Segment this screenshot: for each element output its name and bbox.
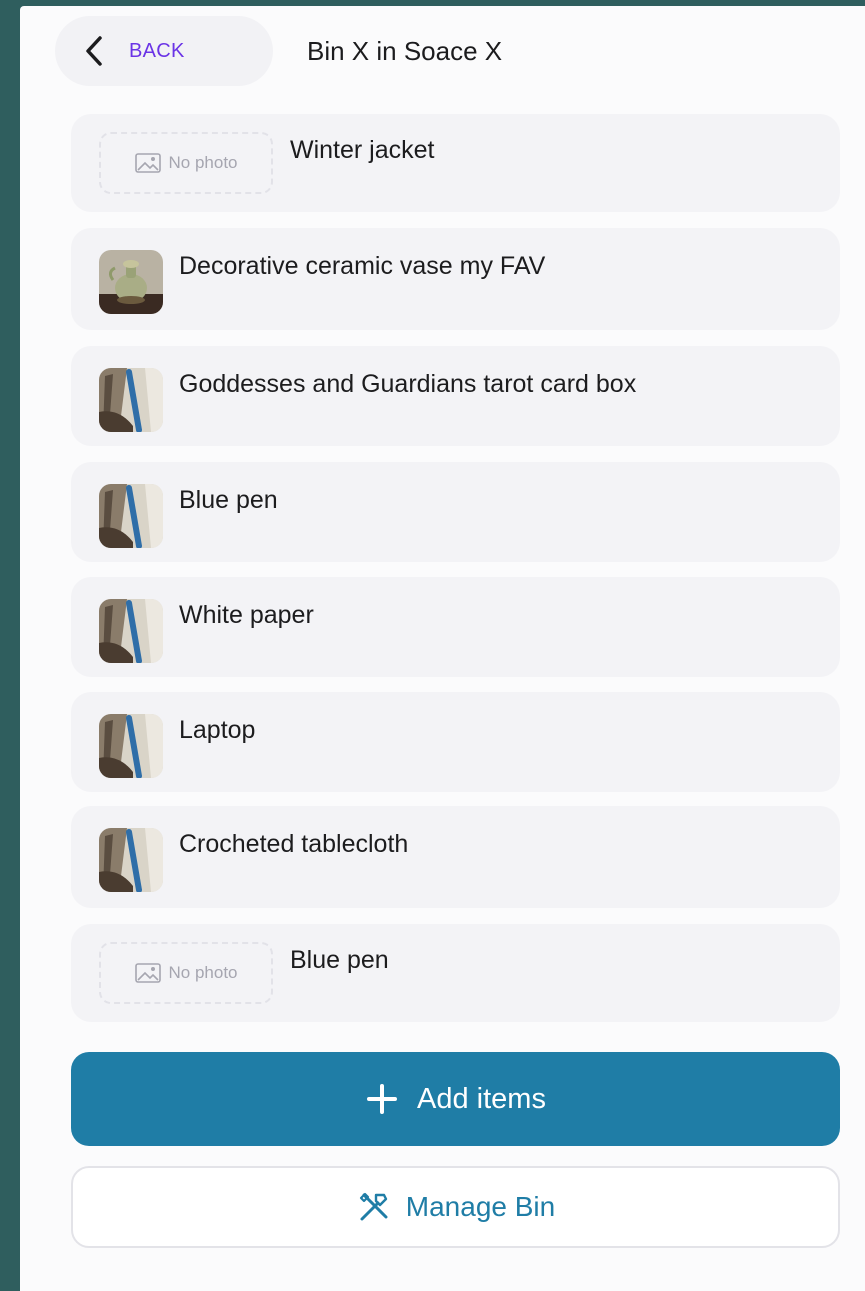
pen-photo-icon	[99, 714, 163, 778]
manage-bin-label: Manage Bin	[405, 1191, 556, 1222]
plus-icon	[367, 1084, 398, 1114]
pen-photo-icon	[99, 484, 163, 548]
item-thumbnail	[99, 828, 163, 892]
item-name: Blue pen	[290, 946, 389, 974]
add-items-button[interactable]: Add items	[71, 1052, 840, 1146]
no-photo-placeholder: No photo	[99, 132, 273, 194]
item-name: Blue pen	[179, 486, 278, 514]
image-icon	[134, 963, 161, 983]
item-name: Crocheted tablecloth	[179, 830, 409, 858]
no-photo-label: No photo	[168, 153, 238, 172]
item-thumbnail	[99, 368, 163, 432]
no-photo-placeholder: No photo	[99, 942, 273, 1004]
list-item[interactable]: Crocheted tablecloth	[71, 806, 840, 908]
pen-photo-icon	[99, 368, 163, 432]
pen-photo-icon	[99, 599, 163, 663]
list-item[interactable]: Goddesses and Guardians tarot card box	[71, 346, 840, 446]
item-name: Decorative ceramic vase my FAV	[179, 252, 546, 280]
list-item[interactable]: Laptop	[71, 692, 840, 792]
item-thumbnail	[99, 714, 163, 778]
list-item[interactable]: Decorative ceramic vase my FAV	[71, 228, 840, 330]
vase-photo-icon	[99, 250, 163, 314]
item-name: Laptop	[179, 716, 256, 744]
item-thumbnail	[99, 599, 163, 663]
app-screen: BACK Bin X in Soace X No photo Winter ja…	[20, 6, 865, 1291]
page-title: Bin X in Soace X	[307, 36, 503, 66]
list-item[interactable]: White paper	[71, 577, 840, 677]
back-button[interactable]: BACK	[55, 16, 273, 86]
item-name: Winter jacket	[290, 136, 435, 164]
item-thumbnail	[99, 484, 163, 548]
image-icon	[134, 153, 161, 173]
add-items-label: Add items	[417, 1082, 546, 1115]
list-item[interactable]: Blue pen	[71, 462, 840, 562]
item-thumbnail	[99, 250, 163, 314]
chevron-left-icon	[86, 36, 102, 66]
item-name: White paper	[179, 601, 314, 629]
item-name: Goddesses and Guardians tarot card box	[179, 370, 637, 398]
list-item[interactable]: No photo Winter jacket	[71, 114, 840, 212]
list-item[interactable]: No photo Blue pen	[71, 924, 840, 1022]
back-label: BACK	[129, 39, 185, 62]
no-photo-label: No photo	[168, 963, 238, 982]
tools-icon	[359, 1192, 388, 1221]
pen-photo-icon	[99, 828, 163, 892]
manage-bin-button[interactable]: Manage Bin	[71, 1166, 840, 1248]
